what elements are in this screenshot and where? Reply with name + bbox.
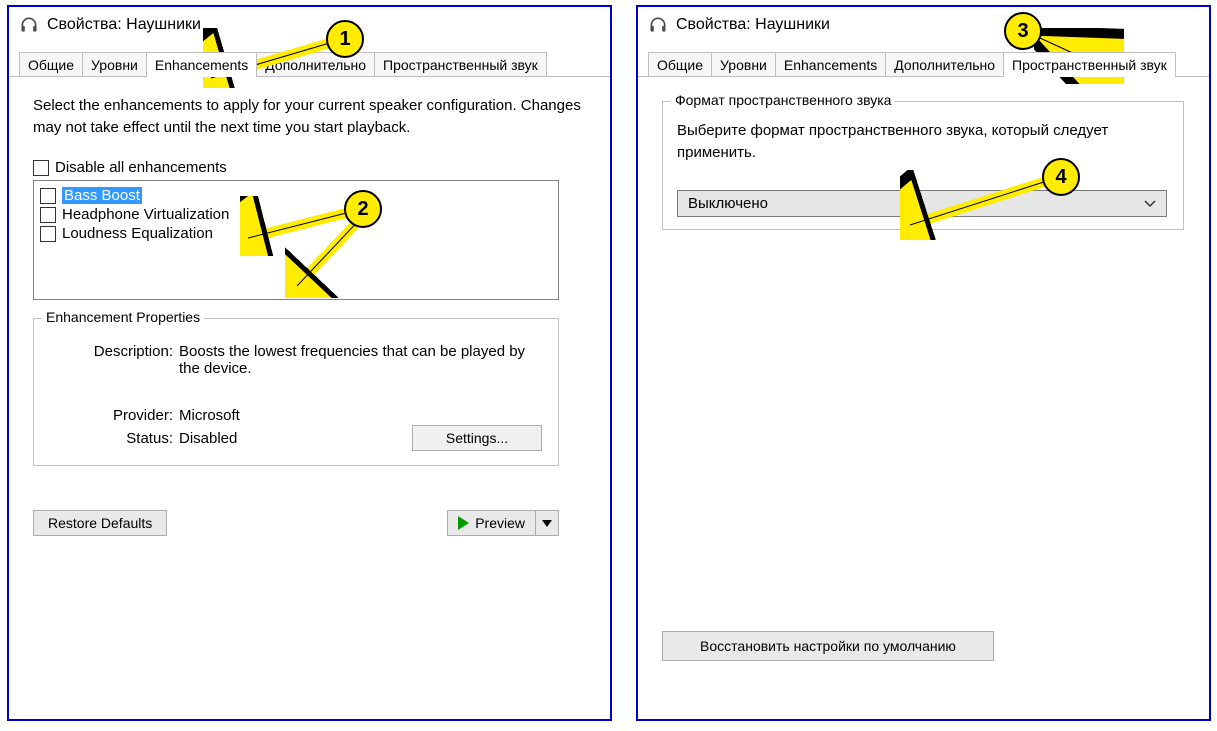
window-title: Свойства: Наушники (676, 16, 830, 34)
dialog-enhancements: Свойства: Наушники Общие Уровни Enhancem… (7, 5, 612, 721)
checkbox-headphone-virt[interactable] (40, 207, 56, 223)
disable-all-label: Disable all enhancements (55, 159, 227, 176)
annotation-arrow-4 (900, 170, 1060, 240)
disable-all-row[interactable]: Disable all enhancements (33, 159, 586, 176)
list-item-label: Bass Boost (62, 187, 142, 204)
preview-split-button[interactable]: Preview (447, 510, 559, 536)
preview-label: Preview (475, 515, 525, 531)
disable-all-checkbox[interactable] (33, 160, 49, 176)
list-item-label: Headphone Virtualization (62, 206, 229, 223)
tab-general[interactable]: Общие (648, 52, 712, 77)
description-value: Boosts the lowest frequencies that can b… (179, 343, 544, 377)
tab-advanced[interactable]: Дополнительно (885, 52, 1004, 77)
preview-button[interactable]: Preview (447, 510, 536, 536)
headphones-icon (648, 15, 668, 35)
group-legend: Enhancement Properties (42, 309, 204, 325)
tab-levels[interactable]: Уровни (82, 52, 147, 77)
restore-defaults-button[interactable]: Restore Defaults (33, 510, 167, 536)
combo-value: Выключено (688, 195, 768, 212)
checkbox-bass-boost[interactable] (40, 188, 56, 204)
annotation-arrow-2b (285, 210, 385, 298)
tabstrip-right: Общие Уровни Enhancements Дополнительно … (638, 49, 1209, 77)
description-label: Description: (48, 343, 179, 377)
settings-button[interactable]: Settings... (412, 425, 542, 451)
headphones-icon (19, 15, 39, 35)
preview-dropdown[interactable] (536, 510, 559, 536)
status-label: Status: (48, 430, 179, 447)
checkbox-loudness-eq[interactable] (40, 226, 56, 242)
list-item-label: Loudness Equalization (62, 225, 213, 242)
provider-value: Microsoft (179, 407, 544, 424)
play-icon (458, 516, 469, 530)
intro-text: Select the enhancements to apply for you… (33, 95, 586, 139)
group-legend: Формат пространственного звука (671, 92, 895, 108)
enhancement-properties-group: Enhancement Properties Description: Boos… (33, 318, 559, 466)
provider-label: Provider: (48, 407, 179, 424)
tab-enhancements[interactable]: Enhancements (146, 52, 257, 77)
tab-spatial[interactable]: Пространственный звук (374, 52, 547, 77)
tab-levels[interactable]: Уровни (711, 52, 776, 77)
chevron-down-icon (542, 520, 552, 527)
dialog-spatial: Свойства: Наушники Общие Уровни Enhancem… (636, 5, 1211, 721)
restore-defaults-button[interactable]: Восстановить настройки по умолчанию (662, 631, 994, 661)
client-left: Select the enhancements to apply for you… (9, 77, 610, 560)
tab-enhancements[interactable]: Enhancements (775, 52, 886, 77)
chevron-down-icon (1144, 200, 1156, 208)
window-title: Свойства: Наушники (47, 16, 201, 34)
tab-general[interactable]: Общие (19, 52, 83, 77)
tab-spatial[interactable]: Пространственный звук (1003, 52, 1176, 77)
spatial-description: Выберите формат пространственного звука,… (677, 120, 1169, 164)
